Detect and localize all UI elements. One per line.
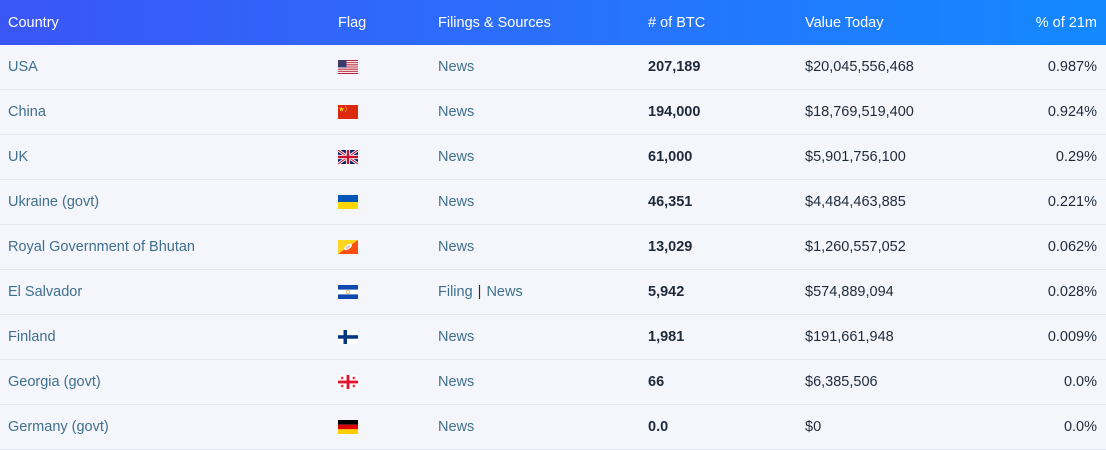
table-row: Germany (govt) News 0.0 $0 0.0% — [0, 405, 1106, 450]
value-today: $4,484,463,885 — [805, 194, 906, 210]
news-link[interactable]: News — [486, 284, 522, 300]
column-header-country[interactable]: Country — [8, 0, 59, 45]
percent-of-21m: 0.0% — [1063, 419, 1097, 435]
china-flag-icon — [338, 90, 358, 134]
btc-amount: 1,981 — [648, 329, 685, 345]
btc-amount: 207,189 — [648, 59, 701, 75]
filing-link[interactable]: Filing — [438, 284, 473, 300]
link-separator: | — [477, 284, 482, 300]
percent-of-21m: 0.0% — [1063, 374, 1097, 390]
finland-flag-icon — [338, 315, 358, 359]
btc-amount: 61,000 — [648, 149, 693, 165]
bhutan-flag-icon — [338, 225, 358, 269]
country-link[interactable]: Germany (govt) — [8, 405, 109, 449]
sources-cell: News — [438, 405, 474, 449]
news-link[interactable]: News — [438, 374, 474, 390]
table-row: Finland News 1,981 $191,661,948 0.009% — [0, 315, 1106, 360]
ukraine-flag-icon — [338, 180, 358, 224]
btc-amount: 5,942 — [648, 284, 685, 300]
value-today: $18,769,519,400 — [805, 104, 914, 120]
news-link[interactable]: News — [438, 329, 474, 345]
btc-amount: 194,000 — [648, 104, 701, 120]
percent-of-21m: 0.009% — [1047, 329, 1097, 345]
btc-amount: 46,351 — [648, 194, 693, 210]
table-row: UK News 61,000 $5,901,756,100 0.29% — [0, 135, 1106, 180]
news-link[interactable]: News — [438, 419, 474, 435]
column-header-pct[interactable]: % of 21m — [1036, 0, 1097, 45]
sources-cell: News — [438, 315, 474, 359]
news-link[interactable]: News — [438, 149, 474, 165]
column-header-btc[interactable]: # of BTC — [648, 0, 705, 45]
georgia-flag-icon — [338, 360, 358, 404]
country-link[interactable]: USA — [8, 45, 38, 89]
sources-cell: News — [438, 360, 474, 404]
country-link[interactable]: Georgia (govt) — [8, 360, 101, 404]
table-row: El Salvador Filing | News 5,942 $574,889… — [0, 270, 1106, 315]
country-link[interactable]: Ukraine (govt) — [8, 180, 99, 224]
el-salvador-flag-icon — [338, 270, 358, 314]
bitcoin-holdings-table: Country Flag Filings & Sources # of BTC … — [0, 0, 1106, 450]
table-row: USA News 207,189 $20,045,556,468 0.987% — [0, 45, 1106, 90]
news-link[interactable]: News — [438, 104, 474, 120]
column-header-value[interactable]: Value Today — [805, 0, 883, 45]
sources-cell: News — [438, 45, 474, 89]
btc-amount: 13,029 — [648, 239, 693, 255]
table-row: Ukraine (govt) News 46,351 $4,484,463,88… — [0, 180, 1106, 225]
value-today: $1,260,557,052 — [805, 239, 906, 255]
country-link[interactable]: Royal Government of Bhutan — [8, 225, 195, 269]
news-link[interactable]: News — [438, 59, 474, 75]
value-today: $191,661,948 — [805, 329, 894, 345]
news-link[interactable]: News — [438, 194, 474, 210]
uk-flag-icon — [338, 135, 358, 179]
column-header-sources[interactable]: Filings & Sources — [438, 0, 551, 45]
percent-of-21m: 0.062% — [1047, 239, 1097, 255]
sources-cell: News — [438, 225, 474, 269]
value-today: $0 — [805, 419, 822, 435]
germany-flag-icon — [338, 405, 358, 449]
percent-of-21m: 0.987% — [1047, 59, 1097, 75]
country-link[interactable]: China — [8, 90, 46, 134]
sources-cell: Filing | News — [438, 270, 523, 314]
country-link[interactable]: UK — [8, 135, 28, 179]
table-header: Country Flag Filings & Sources # of BTC … — [0, 0, 1106, 45]
country-link[interactable]: Finland — [8, 315, 56, 359]
percent-of-21m: 0.29% — [1055, 149, 1097, 165]
percent-of-21m: 0.028% — [1047, 284, 1097, 300]
country-link[interactable]: El Salvador — [8, 270, 82, 314]
table-row: China News 194,000 $18,769,519,400 0.924… — [0, 90, 1106, 135]
value-today: $5,901,756,100 — [805, 149, 906, 165]
value-today: $20,045,556,468 — [805, 59, 914, 75]
us-flag-icon — [338, 45, 358, 89]
percent-of-21m: 0.924% — [1047, 104, 1097, 120]
sources-cell: News — [438, 90, 474, 134]
value-today: $6,385,506 — [805, 374, 878, 390]
sources-cell: News — [438, 180, 474, 224]
value-today: $574,889,094 — [805, 284, 894, 300]
percent-of-21m: 0.221% — [1047, 194, 1097, 210]
btc-amount: 66 — [648, 374, 665, 390]
news-link[interactable]: News — [438, 239, 474, 255]
column-header-flag[interactable]: Flag — [338, 0, 366, 45]
table-row: Georgia (govt) News 66 $6,385,506 0.0% — [0, 360, 1106, 405]
table-row: Royal Government of Bhutan News 13,029 $… — [0, 225, 1106, 270]
sources-cell: News — [438, 135, 474, 179]
btc-amount: 0.0 — [648, 419, 669, 435]
